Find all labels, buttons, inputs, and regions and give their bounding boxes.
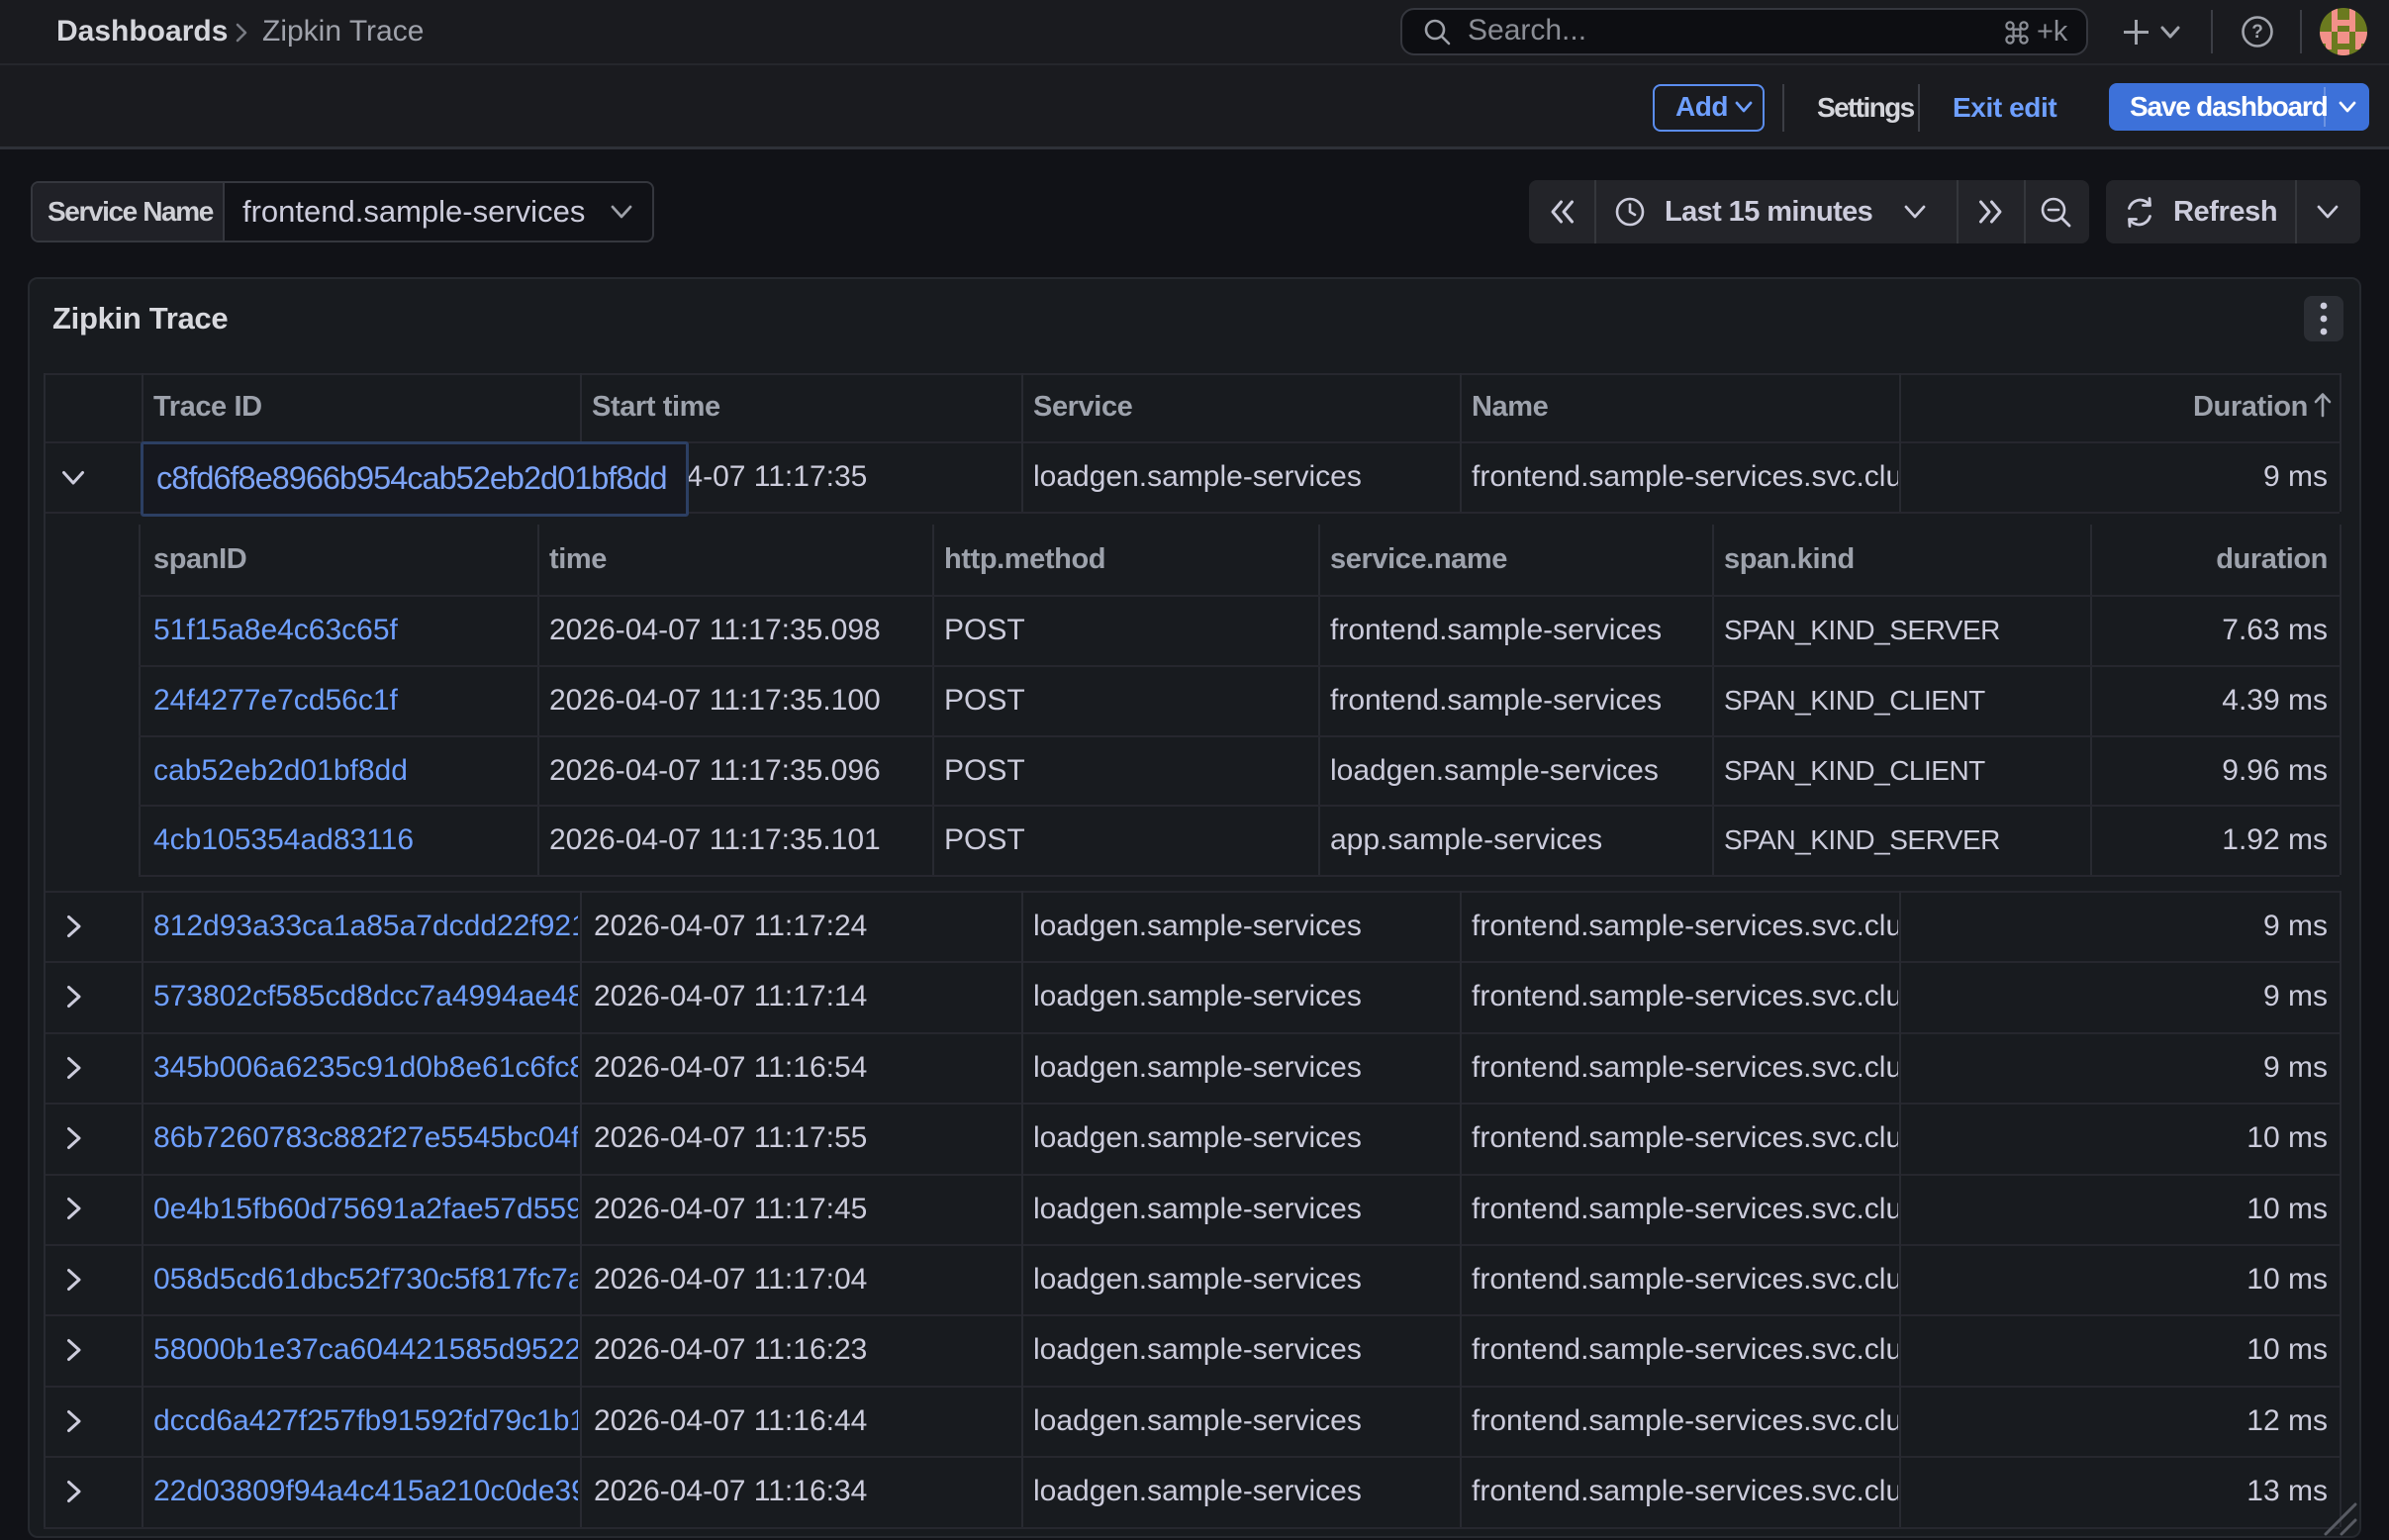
- svg-text:?: ?: [2251, 22, 2263, 43]
